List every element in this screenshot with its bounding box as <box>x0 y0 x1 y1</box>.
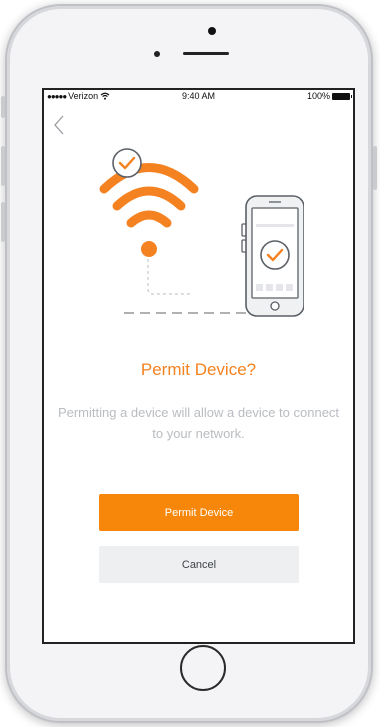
wifi-icon <box>99 163 199 257</box>
checkmark-icon <box>112 148 142 178</box>
description-text: Permitting a device will allow a device … <box>57 405 340 441</box>
earpiece-speaker <box>183 52 229 55</box>
volume-up-button <box>1 146 5 186</box>
chevron-left-icon[interactable] <box>52 114 66 136</box>
status-right: 100% <box>306 91 352 101</box>
volume-down-button <box>1 202 5 242</box>
silent-switch <box>1 96 5 118</box>
phone-screen: ●●●●● Verizon 9:40 AM 100% Permit Device… <box>42 88 355 644</box>
permit-device-button[interactable]: Permit Device <box>99 494 299 531</box>
cancel-button[interactable]: Cancel <box>99 546 299 583</box>
phone-checkmark-icon <box>260 240 290 270</box>
proximity-sensor <box>154 51 160 57</box>
status-bar: ●●●●● Verizon 9:40 AM 100% <box>44 90 353 104</box>
battery-percent: 100% <box>306 91 330 101</box>
connector-line <box>147 259 190 295</box>
power-button <box>373 146 377 190</box>
battery-icon <box>332 92 352 100</box>
device-wifi-illustration <box>99 148 304 317</box>
home-button[interactable] <box>180 645 226 691</box>
page-title: Permit Device? <box>140 360 257 379</box>
front-camera <box>208 27 216 35</box>
